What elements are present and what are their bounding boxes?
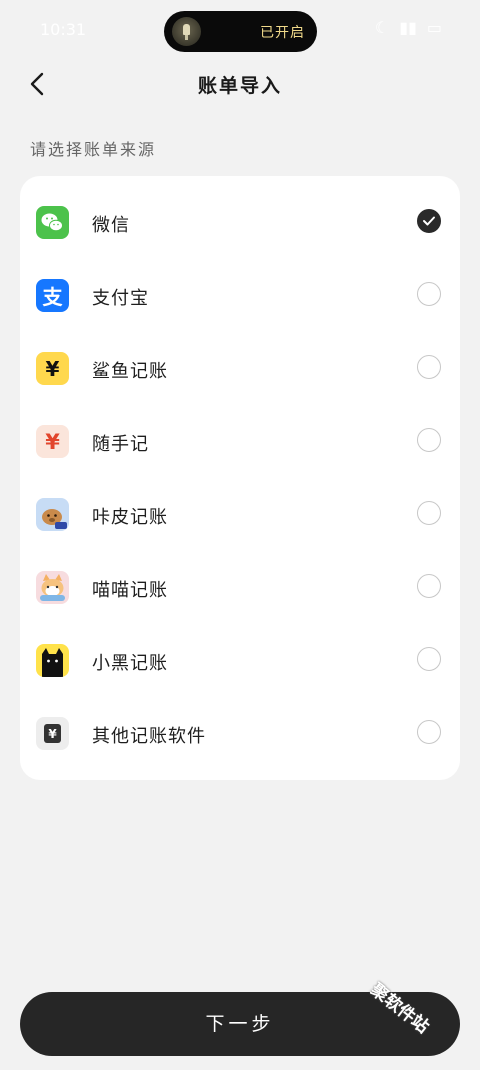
status-icons: ☾ ▮▮ ▭: [375, 18, 442, 37]
moon-icon: ☾: [374, 18, 390, 37]
option-kapi[interactable]: 咔皮记账: [20, 478, 460, 551]
option-label: 咔皮记账: [92, 507, 168, 528]
radio-unchecked[interactable]: [417, 501, 441, 525]
shayu-icon: ¥: [36, 352, 69, 385]
option-label: 其他记账软件: [92, 726, 206, 747]
island-status-text: 已开启: [260, 25, 305, 41]
battery-icon: ▭: [426, 18, 442, 37]
page-title: 账单导入: [197, 75, 282, 97]
radio-unchecked[interactable]: [417, 574, 441, 598]
suishouji-icon: ¥: [36, 425, 69, 458]
option-label: 微信: [92, 215, 130, 236]
svg-text:¥: ¥: [48, 727, 57, 741]
option-wechat[interactable]: 微信: [20, 186, 460, 259]
radio-unchecked[interactable]: [417, 428, 441, 452]
signal-icon: ▮▮: [399, 18, 417, 37]
status-bar: 10:31 已开启 ☾ ▮▮ ▭: [0, 0, 480, 60]
wechat-icon: [36, 206, 69, 239]
header: 账单导入: [0, 62, 480, 106]
radio-checked[interactable]: [417, 209, 441, 233]
option-xiaohei[interactable]: 小黑记账: [20, 624, 460, 697]
option-shayu[interactable]: ¥ 鲨鱼记账: [20, 332, 460, 405]
radio-unchecked[interactable]: [417, 720, 441, 744]
flashlight-icon: [172, 17, 201, 46]
status-time: 10:31: [40, 20, 87, 39]
radio-unchecked[interactable]: [417, 647, 441, 671]
option-label: 小黑记账: [92, 653, 168, 674]
option-label: 喵喵记账: [92, 580, 168, 601]
radio-unchecked[interactable]: [417, 282, 441, 306]
option-other[interactable]: ¥ 其他记账软件: [20, 697, 460, 770]
option-suishouji[interactable]: ¥ 随手记: [20, 405, 460, 478]
option-label: 随手记: [92, 434, 149, 455]
option-miaomiao[interactable]: 喵喵记账: [20, 551, 460, 624]
miaomiao-icon: [36, 571, 69, 604]
option-label: 鲨鱼记账: [92, 361, 168, 382]
dynamic-island[interactable]: 已开启: [164, 11, 317, 52]
section-label: 请选择账单来源: [30, 140, 157, 159]
alipay-icon: 支: [36, 279, 69, 312]
kapi-icon: [36, 498, 69, 531]
radio-unchecked[interactable]: [417, 355, 441, 379]
check-icon: [423, 216, 435, 226]
source-options-card: 微信 支 支付宝 ¥ 鲨鱼记账 ¥ 随手记 咔皮记账 喵喵记账 小黑记账 ¥ 其…: [20, 176, 460, 780]
other-app-icon: ¥: [36, 717, 69, 750]
option-label: 支付宝: [92, 288, 149, 309]
xiaohei-icon: [36, 644, 69, 677]
option-alipay[interactable]: 支 支付宝: [20, 259, 460, 332]
